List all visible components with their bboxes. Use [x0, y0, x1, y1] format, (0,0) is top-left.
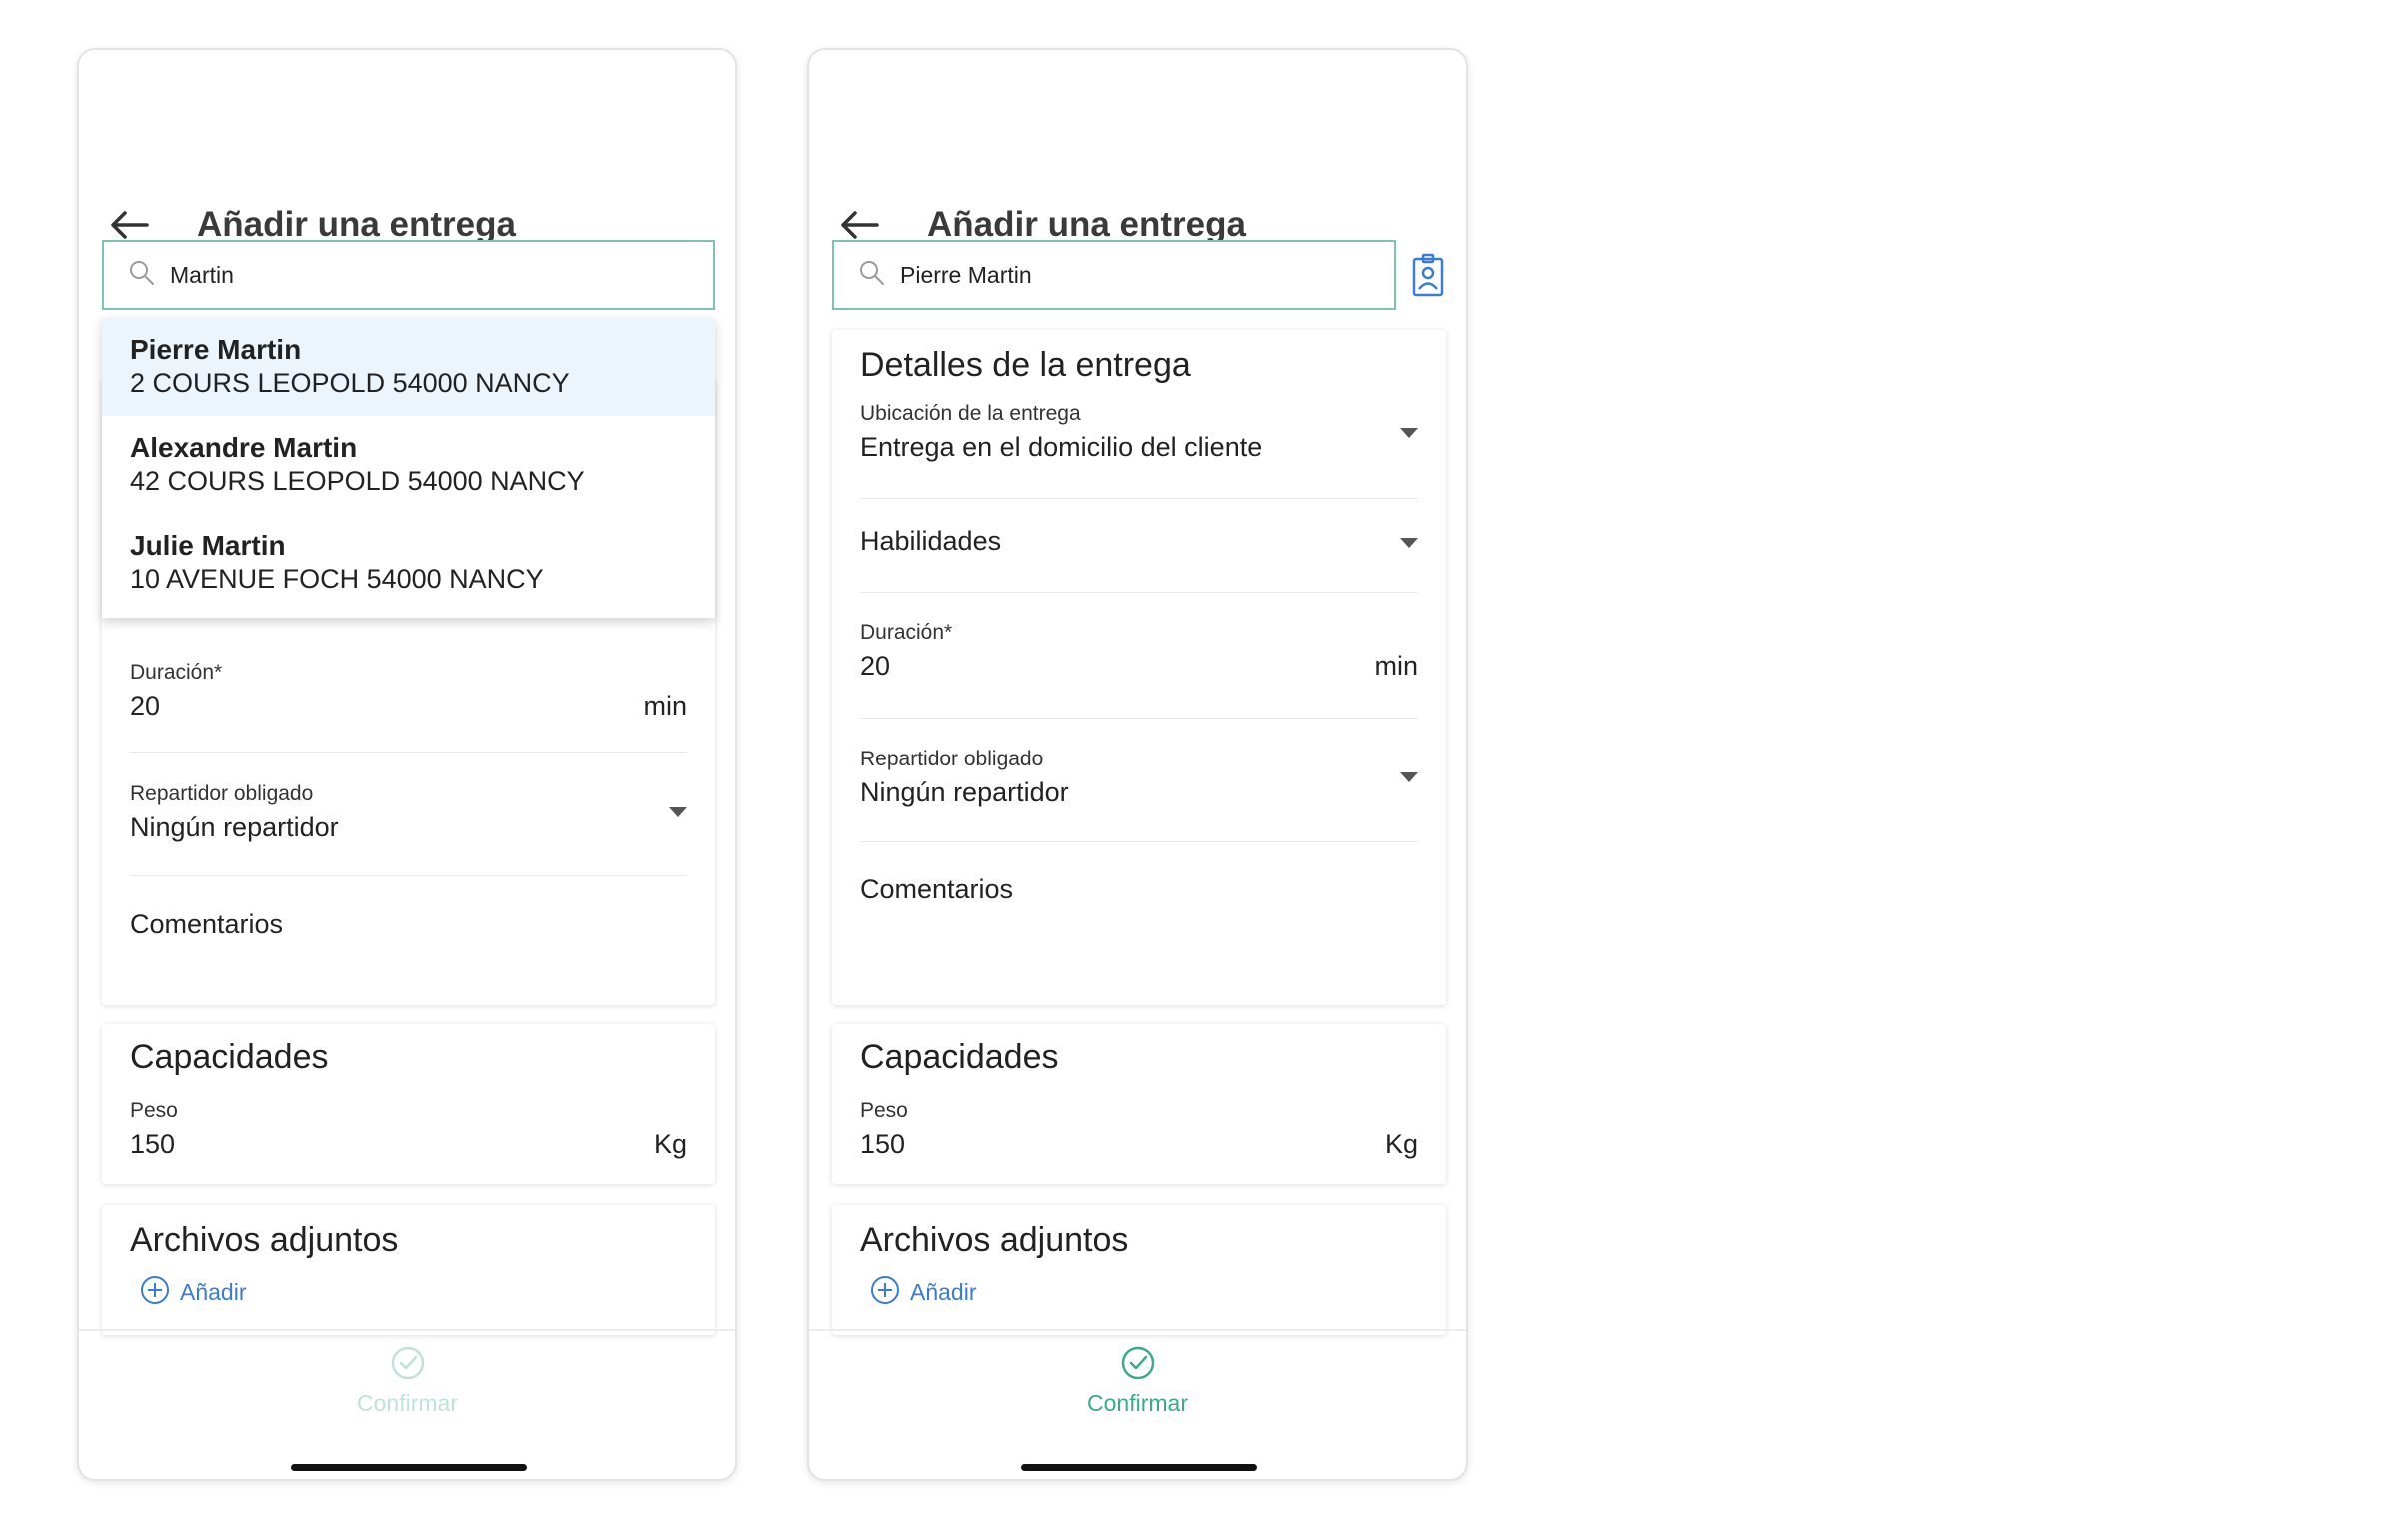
- contact-card-icon[interactable]: [1408, 250, 1448, 300]
- attachments-card: Archivos adjuntos Añadir: [832, 1205, 1446, 1335]
- divider: [860, 718, 1418, 719]
- capacities-title: Capacidades: [130, 1038, 329, 1076]
- add-attachment-button[interactable]: Añadir: [870, 1275, 976, 1310]
- divider: [130, 875, 687, 876]
- capacities-card: Capacidades Peso 150 Kg: [832, 1024, 1446, 1184]
- home-indicator: [291, 1464, 527, 1471]
- weight-unit: Kg: [653, 1129, 687, 1159]
- search-input[interactable]: Martin: [102, 240, 715, 310]
- page-title: Añadir una entrega: [197, 205, 516, 244]
- search-value: Pierre Martin: [900, 261, 1032, 288]
- duration-unit: min: [643, 691, 687, 721]
- chevron-down-icon: [1400, 538, 1418, 548]
- confirm-button[interactable]: Confirmar: [809, 1345, 1466, 1417]
- weight-value: 150: [860, 1129, 906, 1159]
- confirm-button[interactable]: Confirmar: [79, 1345, 735, 1417]
- phone-screen-right: Añadir una entrega Pierre Martin Detalle…: [807, 48, 1468, 1481]
- weight-field[interactable]: Peso 150 Kg: [130, 1099, 687, 1169]
- suggestion-list: Pierre Martin 2 COURS LEOPOLD 54000 NANC…: [102, 318, 715, 618]
- search-icon: [128, 259, 156, 292]
- duration-field[interactable]: Duración* 20 min: [130, 661, 687, 721]
- comments-field[interactable]: Comentarios: [860, 874, 1418, 914]
- delivery-location-select[interactable]: Ubicación de la entrega Entrega en el do…: [860, 402, 1418, 474]
- divider: [860, 841, 1418, 842]
- attachments-title: Archivos adjuntos: [130, 1221, 399, 1259]
- suggestion-item[interactable]: Julie Martin 10 AVENUE FOCH 54000 NANCY: [102, 514, 715, 612]
- weight-unit: Kg: [1384, 1129, 1418, 1159]
- plus-circle-icon: [870, 1275, 900, 1310]
- comments-field[interactable]: Comentarios: [130, 909, 687, 949]
- driver-value: Ningún repartidor: [130, 812, 339, 842]
- divider: [860, 498, 1418, 499]
- attachments-card: Archivos adjuntos Añadir: [102, 1205, 715, 1335]
- bottom-bar: Confirmar: [79, 1329, 735, 1479]
- delivery-details-card: Detalles de la entrega Ubicación de la e…: [832, 330, 1446, 1005]
- check-circle-icon: [390, 1345, 426, 1386]
- search-value: Martin: [170, 261, 234, 288]
- suggestion-item[interactable]: Pierre Martin 2 COURS LEOPOLD 54000 NANC…: [102, 318, 715, 416]
- divider: [130, 752, 687, 753]
- check-circle-icon: [1120, 1345, 1156, 1386]
- duration-value: 20: [130, 691, 161, 721]
- divider: [860, 592, 1418, 593]
- search-icon: [858, 259, 886, 292]
- required-driver-select[interactable]: Repartidor obligado Ningún repartidor: [130, 782, 687, 852]
- chevron-down-icon: [669, 807, 687, 817]
- duration-field[interactable]: Duración* 20 min: [860, 621, 1418, 691]
- capacities-card: Capacidades Peso 150 Kg: [102, 1024, 715, 1184]
- details-title: Detalles de la entrega: [860, 346, 1191, 384]
- attachments-title: Archivos adjuntos: [860, 1221, 1129, 1259]
- capacities-title: Capacidades: [860, 1038, 1059, 1076]
- duration-value: 20: [860, 651, 891, 681]
- duration-unit: min: [1374, 651, 1418, 681]
- plus-circle-icon: [140, 1275, 170, 1310]
- bottom-bar: Confirmar: [809, 1329, 1466, 1479]
- phone-screen-left: Añadir una entrega Martin Duración* 20 m…: [77, 48, 737, 1481]
- search-input[interactable]: Pierre Martin: [832, 240, 1396, 310]
- page-title: Añadir una entrega: [927, 205, 1246, 244]
- weight-field[interactable]: Peso 150 Kg: [860, 1099, 1418, 1169]
- required-driver-select[interactable]: Repartidor obligado Ningún repartidor: [860, 748, 1418, 817]
- skills-select[interactable]: Habilidades: [860, 526, 1418, 566]
- chevron-down-icon: [1400, 428, 1418, 438]
- location-value: Entrega en el domicilio del cliente: [860, 432, 1263, 462]
- chevron-down-icon: [1400, 772, 1418, 782]
- weight-value: 150: [130, 1129, 176, 1159]
- home-indicator: [1021, 1464, 1257, 1471]
- driver-value: Ningún repartidor: [860, 777, 1069, 807]
- suggestion-item[interactable]: Alexandre Martin 42 COURS LEOPOLD 54000 …: [102, 416, 715, 514]
- add-attachment-button[interactable]: Añadir: [140, 1275, 246, 1310]
